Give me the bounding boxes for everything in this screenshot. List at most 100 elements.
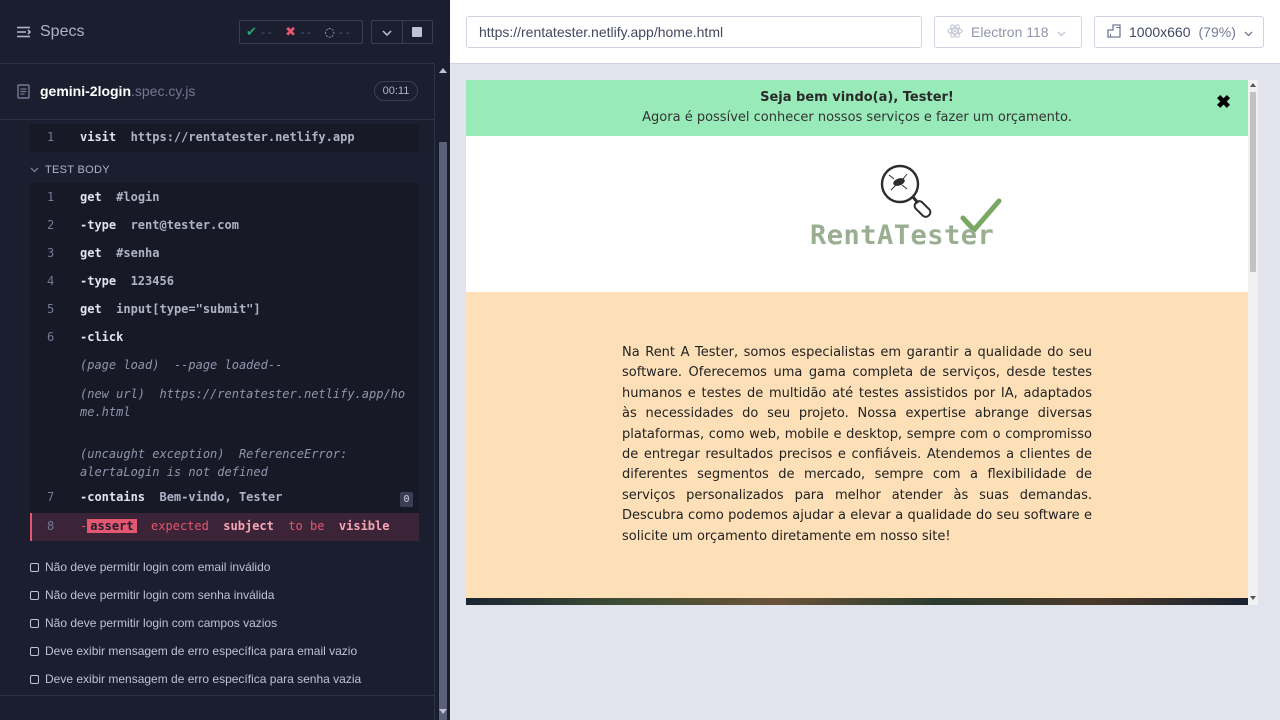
test-title: Deve exibir mensagem de erro específica … — [45, 644, 358, 658]
command-name: -type — [80, 218, 117, 232]
passed-stat: ✔ -- — [240, 25, 279, 40]
failed-count: -- — [299, 25, 313, 39]
passed-count: -- — [259, 25, 274, 39]
aut-iframe: Seja bem vindo(a), Tester! Agora é possí… — [466, 80, 1258, 605]
chevron-down-icon — [382, 23, 392, 41]
viewport-scale: (79%) — [1198, 24, 1236, 40]
command-name: -contains — [80, 490, 146, 504]
command-number: 2 — [47, 218, 55, 232]
pending-test-icon — [30, 618, 39, 628]
about-section: Na Rent A Tester, somos especialistas em… — [466, 292, 1248, 598]
command-content: - assert expected subject to be visible — [80, 519, 389, 533]
specs-label: Specs — [40, 23, 85, 40]
reporter-scrollbar[interactable] — [434, 64, 450, 720]
spec-duration: 00:11 — [374, 81, 418, 101]
ruler-icon — [1107, 23, 1121, 41]
chevron-down-icon — [30, 164, 39, 176]
command-content: get #login — [80, 190, 160, 204]
command-name: -type — [80, 274, 117, 288]
assert-word: expected — [151, 519, 209, 533]
magnifier-bug-icon — [878, 162, 940, 225]
expand-button[interactable] — [372, 21, 402, 43]
scrollbar-thumb[interactable] — [1250, 92, 1256, 272]
logo-section: RentATester — [466, 136, 1248, 292]
test-item[interactable]: Não deve permitir login com campos vazio… — [30, 616, 277, 630]
run-controls — [371, 20, 433, 44]
specs-button[interactable]: Specs — [16, 20, 84, 44]
event-content: (new url) https://rentatester.netlify.ap… — [80, 386, 410, 421]
reporter-footer — [0, 695, 434, 720]
chevron-down-icon — [1057, 24, 1066, 40]
aut-header: https://rentatester.netlify.app/home.htm… — [450, 0, 1280, 64]
spec-file-name[interactable]: gemini-2login.spec.cy.js — [40, 83, 195, 99]
test-title: Deve exibir mensagem de erro específica … — [45, 672, 362, 686]
assert-badge: assert — [87, 519, 137, 533]
reporter-header: Specs ✔ -- ✖ -- ◌ -- — [0, 0, 434, 64]
command-message: 123456 — [130, 274, 174, 288]
reporter-panel: Specs ✔ -- ✖ -- ◌ -- gemini-2login.spec.cy.… — [0, 0, 450, 720]
spec-name-text: gemini-2login — [40, 83, 131, 99]
command-content: -contains Bem-vindo, Tester — [80, 490, 282, 504]
browser-name: Electron 118 — [971, 24, 1049, 40]
aut-scrollbar[interactable] — [1248, 80, 1258, 605]
event-name: (uncaught exception) — [80, 447, 225, 461]
url-field[interactable]: https://rentatester.netlify.app/home.htm… — [466, 16, 922, 48]
command-name: -click — [80, 330, 124, 344]
command-number: 5 — [47, 302, 55, 316]
command-number: 8 — [47, 519, 55, 533]
test-title: Não deve permitir login com campos vazio… — [45, 616, 278, 630]
welcome-banner: Seja bem vindo(a), Tester! Agora é possí… — [466, 80, 1248, 136]
command-number: 4 — [47, 274, 55, 288]
test-body-commands: 1 get #login 2 -type rent@tester.com 3 get … — [30, 183, 419, 513]
event-content: (page load) --page loaded-- — [80, 358, 282, 372]
command-name: get — [80, 190, 102, 204]
command-content: -click — [80, 330, 123, 344]
about-text: Na Rent A Tester, somos especialistas em… — [622, 345, 1092, 544]
event-name: (page load) — [80, 358, 160, 372]
command-name: get — [80, 302, 102, 316]
command-message: #senha — [116, 246, 160, 260]
pending-test-icon — [30, 646, 39, 656]
test-body-toggle[interactable]: TEST BODY — [30, 160, 110, 180]
event-message: --page loaded-- — [173, 358, 283, 372]
assert-word: to be — [288, 519, 325, 533]
hero-image — [466, 598, 1248, 605]
test-item[interactable]: Deve exibir mensagem de erro específica … — [30, 644, 357, 658]
scrollbar-thumb[interactable] — [439, 142, 447, 720]
scroll-up-arrow-icon[interactable] — [1250, 83, 1256, 87]
command-message: https://rentatester.netlify.app — [130, 130, 355, 144]
pending-count: -- — [337, 25, 352, 39]
stop-icon — [412, 27, 423, 37]
command-name: get — [80, 246, 102, 260]
test-title: Não deve permitir login com senha inváli… — [45, 588, 275, 602]
before-hook-commands: 1 visit https://rentatester.netlify.app — [30, 124, 419, 152]
browser-selector[interactable]: Electron 118 — [934, 16, 1082, 48]
command-content: visit https://rentatester.netlify.app — [80, 130, 355, 144]
close-icon[interactable]: ✖ — [1216, 92, 1231, 113]
command-number: 7 — [47, 490, 55, 504]
scroll-up-arrow-icon[interactable] — [439, 68, 447, 73]
pending-test-icon — [30, 674, 39, 684]
test-item[interactable]: Não deve permitir login com email inváli… — [30, 560, 270, 574]
check-icon: ✔ — [246, 24, 257, 40]
test-item[interactable]: Não deve permitir login com senha inváli… — [30, 588, 274, 602]
command-content: get #senha — [80, 246, 160, 260]
chevron-down-icon — [1244, 24, 1253, 40]
event-name: (new url) — [80, 387, 146, 401]
command-number: 1 — [47, 130, 55, 144]
scroll-down-arrow-icon[interactable] — [439, 709, 447, 714]
command-row[interactable]: 7 -contains Bem-vindo, Tester 0 — [30, 490, 419, 510]
command-number: 3 — [47, 246, 55, 260]
stop-button[interactable] — [401, 21, 432, 43]
viewport-selector[interactable]: 1000x660 (79%) — [1094, 16, 1264, 48]
test-item[interactable]: Deve exibir mensagem de erro específica … — [30, 672, 361, 686]
assert-word: subject — [223, 519, 274, 533]
pending-test-icon — [30, 562, 39, 572]
failed-command-row[interactable]: 8 - assert expected subject to be visible — [30, 513, 419, 541]
test-title: Não deve permitir login com email inváli… — [45, 560, 271, 574]
welcome-title: Seja bem vindo(a), Tester! — [760, 90, 954, 105]
command-name: visit — [80, 130, 117, 144]
command-number: 6 — [47, 330, 55, 344]
spec-extension: .spec.cy.js — [131, 83, 196, 99]
scroll-down-arrow-icon[interactable] — [1250, 596, 1256, 600]
